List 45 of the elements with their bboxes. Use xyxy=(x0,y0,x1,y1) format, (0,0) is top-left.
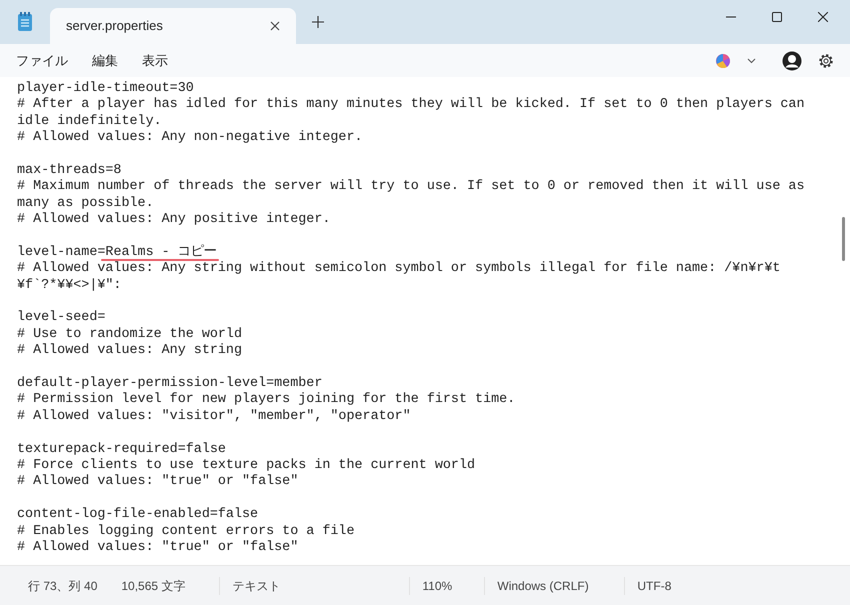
tab[interactable]: server.properties xyxy=(50,8,296,44)
code-line: idle indefinitely. xyxy=(17,114,162,129)
code-line: # Enables logging content errors to a file xyxy=(17,524,354,539)
tab-close-icon[interactable] xyxy=(270,21,280,31)
code-line: many as possible. xyxy=(17,196,154,211)
code-line: level-name= xyxy=(17,244,106,260)
code-line: # Allowed values: "visitor", "member", "operator" xyxy=(17,408,411,424)
code-line: # Allowed values: "true" or "false" xyxy=(17,540,298,555)
code-line: # Allowed values: Any non-negative integer. xyxy=(17,130,363,146)
code-line: # Allowed values: Any string xyxy=(17,343,242,358)
status-text: Windows (CRLF) xyxy=(484,576,624,594)
status-text: 110% xyxy=(409,576,484,594)
code-line: # After a player has idled for this many minutes they will be kicked. If set to 0 then players can xyxy=(17,97,804,112)
code-line: level-seed= xyxy=(17,310,106,326)
tab-title: server.properties xyxy=(66,17,163,36)
menu-item[interactable]: 編集 xyxy=(84,46,126,74)
menu-item[interactable]: ファイル xyxy=(8,46,76,74)
code-line: # Permission level for new players joining for the first time. xyxy=(17,392,516,408)
code-line: # Use to randomize the world xyxy=(17,326,242,342)
code-line: texturepack-required=false xyxy=(17,442,226,457)
copilot-icon[interactable] xyxy=(715,52,731,68)
caret-icon[interactable] xyxy=(747,58,756,64)
code-line: default-player-permission-level=member xyxy=(17,376,322,392)
status-text: UTF-8 xyxy=(624,576,704,594)
code-line: # Force clients to use texture packs in the current world xyxy=(17,458,476,473)
code-line: max-threads=8 xyxy=(17,162,122,178)
status-text: 10,565 文字 xyxy=(120,578,186,594)
notepad-icon[interactable] xyxy=(17,12,33,32)
menu-item[interactable]: 表示 xyxy=(134,46,176,74)
status-text: テキスト xyxy=(219,576,410,594)
settings-icon[interactable] xyxy=(818,52,834,68)
code-line: player-idle-timeout=30 xyxy=(17,81,194,96)
code-line: ¥f`?*¥¥<>|¥": xyxy=(17,278,122,293)
maximize-icon[interactable] xyxy=(772,12,782,22)
code-text: Realms - コピー xyxy=(105,244,217,260)
close-icon[interactable] xyxy=(818,12,828,22)
code-line: # Maximum number of threads the server will try to use. If set to 0 or removed then it will use as xyxy=(17,179,804,194)
status-text: 行 73、列 40 xyxy=(27,578,98,594)
scrollbar-thumb[interactable] xyxy=(842,217,845,261)
new-tab-icon[interactable] xyxy=(312,16,324,28)
code-line: # Allowed values: "true" or "false" xyxy=(17,474,298,490)
code-line: # Allowed values: Any string without semicolon symbol or symbols illegal for file name: /¥n¥r¥t xyxy=(17,261,780,276)
code-line: # Allowed values: Any positive integer. xyxy=(17,212,330,228)
account-icon[interactable] xyxy=(782,50,802,70)
code-line: content-log-file-enabled=false xyxy=(17,507,258,522)
